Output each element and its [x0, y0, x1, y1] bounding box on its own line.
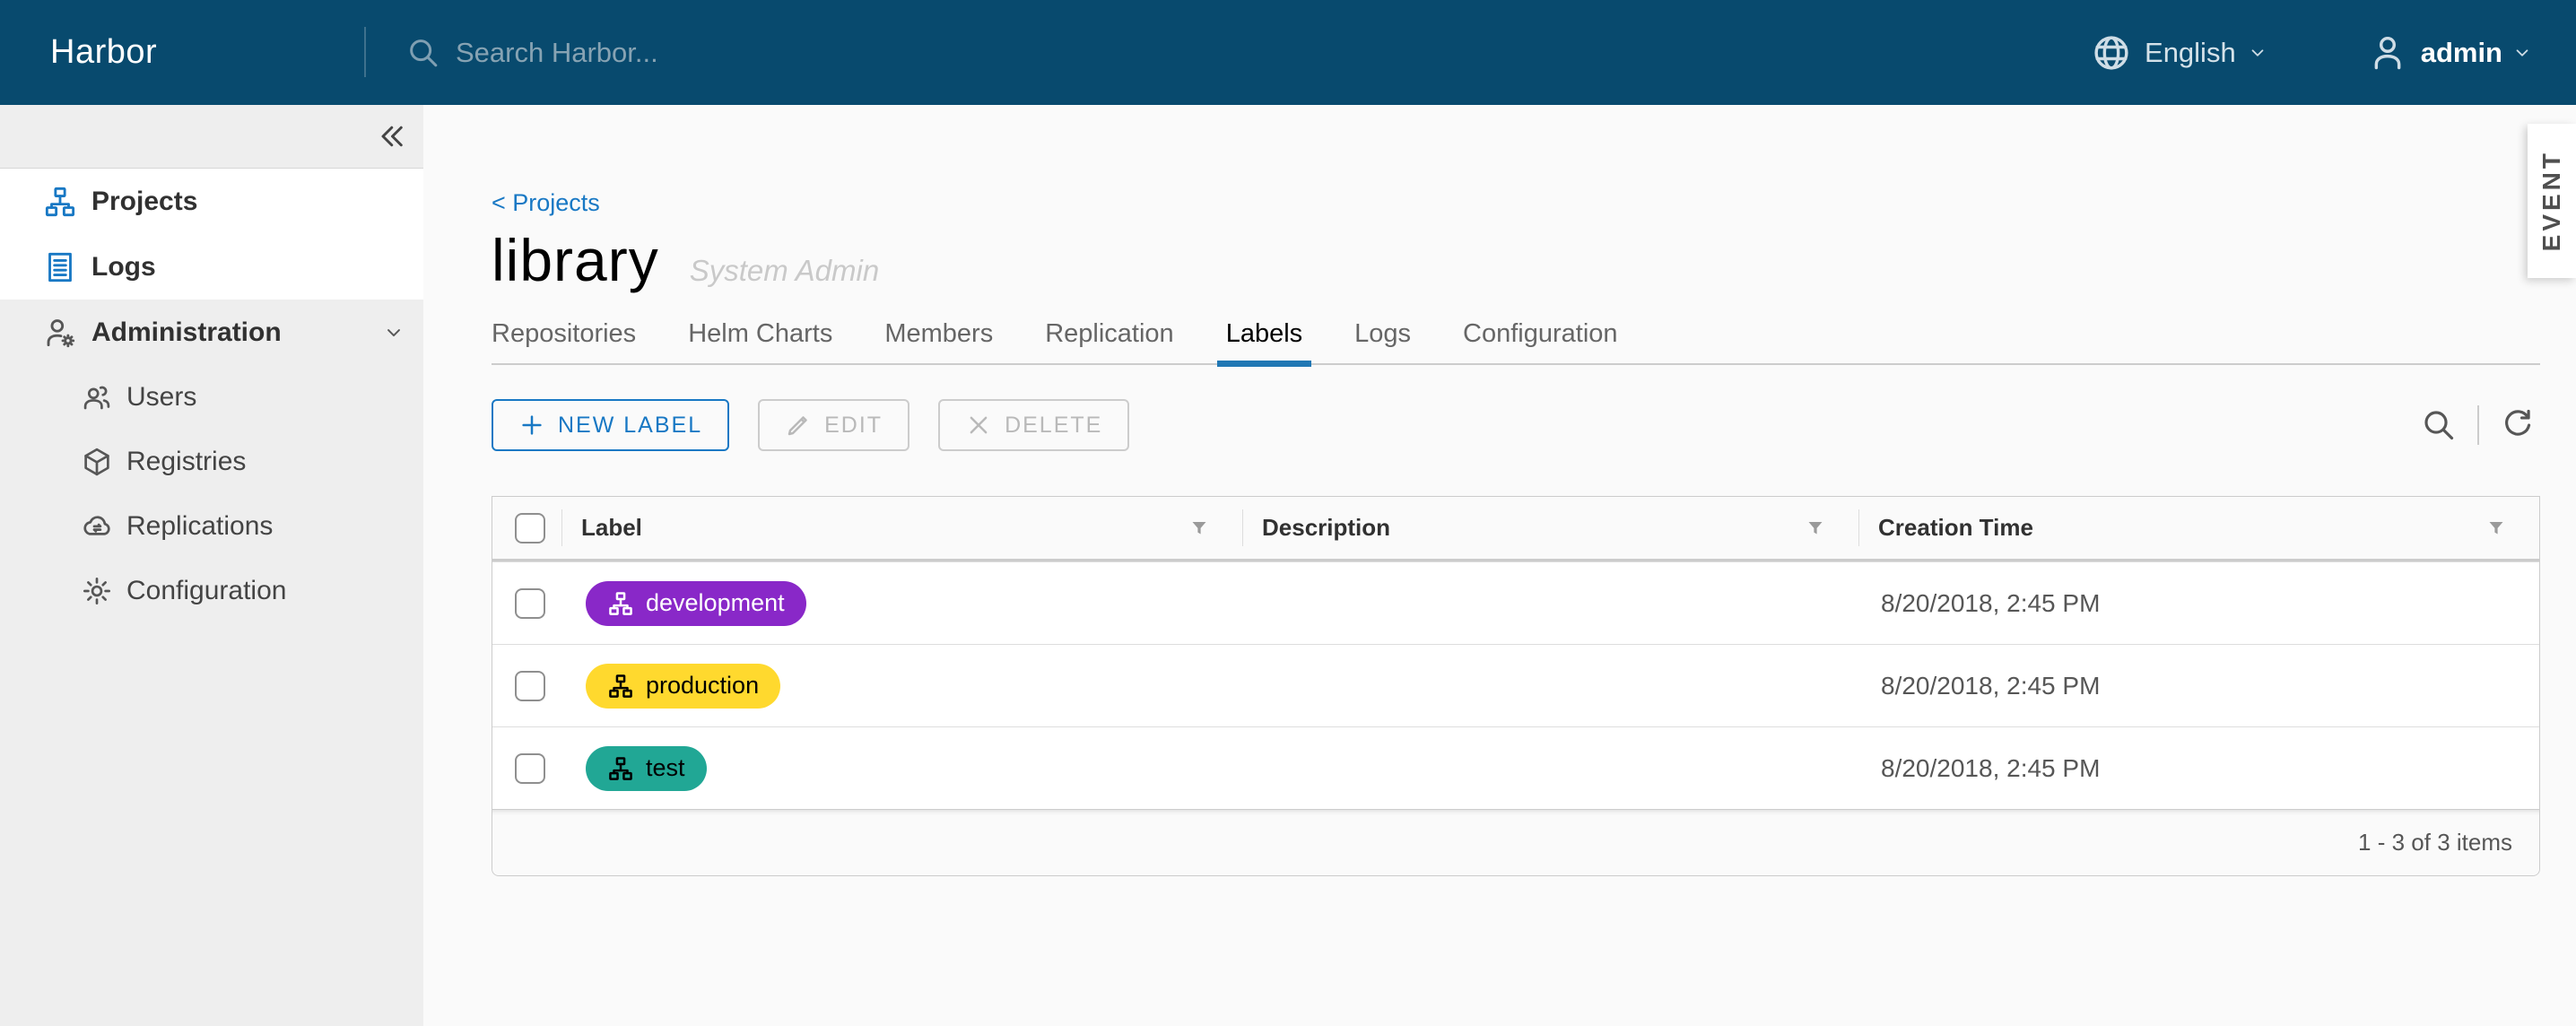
refresh-icon[interactable]: [2499, 406, 2537, 444]
cloud-sync-icon: [81, 510, 113, 543]
tab-labels[interactable]: Labels: [1216, 319, 1312, 367]
labels-toolbar: NEW LABEL EDIT DELETE: [492, 399, 2540, 451]
sidebar-item-label: Administration: [91, 317, 282, 347]
edit-button[interactable]: EDIT: [758, 399, 910, 451]
sidebar-collapse-button[interactable]: [375, 120, 407, 152]
sidebar-header: [0, 105, 423, 169]
sidebar-item-logs[interactable]: Logs: [0, 234, 423, 300]
sidebar-item-label: Users: [126, 382, 197, 412]
table-row: test 8/20/2018, 2:45 PM: [492, 726, 2539, 809]
logs-icon: [43, 250, 77, 284]
row-checkbox[interactable]: [515, 587, 545, 619]
language-menu[interactable]: English: [2091, 32, 2268, 74]
sidebar-item-label: Registries: [126, 447, 247, 476]
org-icon: [607, 673, 634, 700]
search-icon: [405, 35, 441, 71]
top-navbar: Harbor English admin: [0, 0, 2576, 105]
filter-icon[interactable]: [1188, 517, 1210, 539]
pencil-icon: [785, 412, 812, 439]
users-icon: [81, 381, 113, 413]
tab-helm-charts[interactable]: Helm Charts: [688, 319, 832, 363]
column-header-label: Label: [561, 497, 1242, 559]
table-header: Label Description Creation Time: [492, 497, 2539, 561]
plus-icon: [518, 412, 545, 439]
org-icon: [43, 185, 77, 219]
administration-group: Administration Users Registries Replicat…: [0, 300, 423, 1026]
filter-icon[interactable]: [1805, 517, 1826, 539]
pagination-summary: 1 - 3 of 3 items: [2358, 829, 2512, 856]
creation-time-cell: 8/20/2018, 2:45 PM: [1881, 671, 2101, 700]
description-cell: [1242, 727, 1858, 809]
breadcrumb[interactable]: < Projects: [492, 189, 600, 217]
sidebar-item-projects[interactable]: Projects: [0, 169, 423, 234]
delete-button[interactable]: DELETE: [938, 399, 1130, 451]
navbar-divider: [364, 27, 366, 77]
chevron-down-icon: [382, 321, 405, 344]
new-label-button[interactable]: NEW LABEL: [492, 399, 730, 451]
global-search: [405, 0, 1083, 105]
language-label: English: [2145, 36, 2236, 68]
search-icon[interactable]: [2420, 406, 2458, 444]
creation-time-cell: 8/20/2018, 2:45 PM: [1881, 588, 2101, 617]
cube-icon: [81, 446, 113, 478]
label-badge: development: [586, 580, 806, 626]
event-tab-label: EVENT: [2537, 150, 2565, 252]
search-input[interactable]: [456, 36, 1083, 69]
sidebar-item-label: Configuration: [126, 576, 287, 605]
label-badge: test: [586, 745, 707, 791]
user-icon: [2367, 32, 2408, 74]
navbar-right: English admin: [2091, 0, 2533, 105]
column-header-description: Description: [1242, 497, 1858, 559]
table-row: development 8/20/2018, 2:45 PM: [492, 561, 2539, 644]
tab-replication[interactable]: Replication: [1045, 319, 1173, 363]
chevron-down-icon: [2511, 42, 2533, 64]
description-cell: [1242, 562, 1858, 644]
user-menu[interactable]: admin: [2367, 32, 2533, 74]
row-checkbox[interactable]: [515, 752, 545, 784]
harbor-logo[interactable]: Harbor: [50, 0, 157, 105]
sidebar-item-label: Logs: [91, 251, 156, 282]
labels-table: Label Description Creation Time developm…: [492, 496, 2540, 876]
event-side-tab[interactable]: EVENT: [2528, 124, 2576, 278]
main-content: < Projects library System Admin Reposito…: [423, 105, 2576, 1026]
admin-user-gear-icon: [43, 316, 77, 350]
row-checkbox[interactable]: [515, 670, 545, 701]
sidebar-item-label: Replications: [126, 511, 274, 541]
tab-logs[interactable]: Logs: [1354, 319, 1411, 363]
x-icon: [965, 412, 992, 439]
toolbar-divider: [2477, 405, 2479, 445]
label-badge: production: [586, 663, 781, 709]
filter-icon[interactable]: [2485, 517, 2507, 539]
table-row: production 8/20/2018, 2:45 PM: [492, 644, 2539, 726]
sidebar-item-configuration[interactable]: Configuration: [0, 559, 423, 623]
page-title: library: [492, 227, 659, 293]
sidebar-item-registries[interactable]: Registries: [0, 430, 423, 494]
chevron-down-icon: [2247, 42, 2268, 64]
username-label: admin: [2420, 36, 2502, 68]
globe-icon: [2091, 32, 2132, 74]
org-icon: [607, 590, 634, 617]
org-icon: [607, 755, 634, 782]
page-subtitle: System Admin: [689, 254, 880, 287]
tab-configuration[interactable]: Configuration: [1463, 319, 1618, 363]
creation-time-cell: 8/20/2018, 2:45 PM: [1881, 753, 2101, 782]
tab-repositories[interactable]: Repositories: [492, 319, 636, 363]
sidebar-item-replications[interactable]: Replications: [0, 494, 423, 559]
gear-icon: [81, 575, 113, 607]
select-all-checkbox[interactable]: [515, 512, 545, 543]
sidebar-item-label: Projects: [91, 186, 198, 216]
column-header-creation-time: Creation Time: [1858, 497, 2539, 559]
sidebar: Projects Logs Administration Users Regis…: [0, 105, 423, 1026]
sidebar-item-users[interactable]: Users: [0, 365, 423, 430]
table-footer: 1 - 3 of 3 items: [492, 809, 2539, 875]
tab-members[interactable]: Members: [884, 319, 993, 363]
description-cell: [1242, 645, 1858, 726]
project-tabs: Repositories Helm Charts Members Replica…: [492, 319, 2540, 367]
sidebar-item-administration[interactable]: Administration: [0, 300, 423, 365]
double-chevron-left-icon: [375, 120, 407, 152]
